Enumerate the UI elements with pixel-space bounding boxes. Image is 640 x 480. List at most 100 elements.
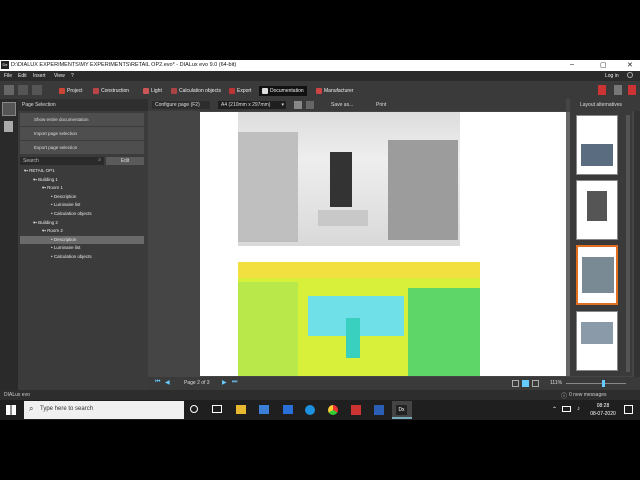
volume-icon[interactable]: ♪	[577, 406, 580, 412]
tab-construction[interactable]: Construction	[90, 86, 132, 96]
zoom-slider[interactable]	[566, 383, 626, 384]
layout-alternatives-header: Layout alternatives	[570, 99, 640, 111]
import-page-selection-button[interactable]: Import page selection	[20, 127, 144, 140]
save-icon[interactable]	[4, 85, 14, 95]
maximize-button[interactable]: ▢	[600, 61, 607, 69]
tree-item[interactable]: • Description	[20, 235, 144, 244]
thumbnail-page-2[interactable]	[576, 180, 618, 240]
paper-size-select[interactable]: A4 (210mm x 297mm) ▾	[218, 101, 286, 109]
export-icon	[229, 88, 235, 94]
thumbnail-page-3-selected[interactable]	[576, 245, 618, 305]
edge-icon[interactable]	[305, 405, 315, 415]
zoom-level: 111%	[550, 380, 563, 386]
tray-chevron-icon[interactable]: ⌃	[552, 406, 557, 413]
menu-help[interactable]: ?	[71, 73, 74, 79]
user-icon[interactable]	[627, 72, 633, 78]
tree-item[interactable]: • Calculation objects	[20, 210, 144, 218]
tree-item-label: Luminaire list	[53, 245, 81, 251]
tab-manufacturer[interactable]: Manufacturer	[313, 86, 356, 96]
status-bar: DIALux evo ⓘ 0 new messages	[0, 390, 640, 400]
toolbar-icon-right-2[interactable]	[614, 85, 622, 95]
chrome-icon[interactable]	[328, 405, 338, 415]
false-color-render-image	[238, 262, 480, 376]
zoom-slider-handle[interactable]	[602, 380, 605, 387]
edit-button[interactable]: Edit	[106, 157, 144, 165]
thumbnail-page-4[interactable]	[576, 311, 618, 371]
search-input[interactable]: Search ⌕	[20, 157, 104, 165]
tree-item[interactable]: • Calculation objects	[20, 253, 144, 261]
two-page-view-icon[interactable]	[532, 380, 539, 387]
tree-item[interactable]: ▾▪ Building 2	[20, 219, 144, 227]
menu-bar: File Edit Insert View ? Log in	[0, 71, 640, 81]
tree-item-label: Room 2	[47, 228, 63, 234]
print-button[interactable]: Print	[373, 101, 399, 109]
tab-export[interactable]: Export	[226, 86, 254, 96]
portrait-icon[interactable]	[294, 101, 302, 109]
previous-page-icon[interactable]: ◀	[165, 379, 170, 386]
cortana-icon[interactable]	[190, 405, 198, 413]
configure-page-button[interactable]: Configure page (F2)	[152, 101, 210, 109]
chevron-down-icon: ▾	[281, 102, 284, 108]
dialux-taskbar-button[interactable]: Dx	[392, 401, 412, 419]
export-page-selection-button[interactable]: Export page selection	[20, 141, 144, 154]
tree-item[interactable]: • Description	[20, 193, 144, 201]
first-page-icon[interactable]: ⏮	[155, 379, 160, 386]
show-entire-documentation-button[interactable]: Show entire documentation	[20, 113, 144, 126]
tree-item[interactable]: ▾▪ Room 1	[20, 184, 144, 192]
mail-icon[interactable]	[283, 405, 293, 414]
landscape-icon[interactable]	[306, 101, 314, 109]
doc-toolbar: Configure page (F2) A4 (210mm x 297mm) ▾ …	[148, 99, 566, 111]
close-button[interactable]: ✕	[627, 61, 633, 69]
dialux-logo-icon: Dx	[1, 61, 9, 69]
right-scrollbar[interactable]	[634, 111, 640, 377]
page-indicator: Page 2 of 3	[184, 380, 210, 386]
room-render-image	[238, 112, 460, 246]
login-link[interactable]: Log in	[605, 73, 619, 79]
messages-count[interactable]: 0 new messages	[569, 392, 607, 398]
tree-item[interactable]: • Luminaire list	[20, 201, 144, 209]
single-page-view-icon[interactable]	[512, 380, 519, 387]
save-as-button[interactable]: Save as...	[328, 101, 362, 109]
tree-item-label: Building 1	[38, 176, 58, 182]
toolbar-icon-right-1[interactable]	[598, 85, 606, 95]
continuous-view-icon[interactable]	[522, 380, 529, 387]
tree-item[interactable]: ▾▪ Room 2	[20, 227, 144, 235]
word-icon[interactable]	[374, 405, 384, 415]
notifications-icon[interactable]	[624, 405, 633, 414]
menu-insert[interactable]: Insert	[33, 73, 46, 79]
toolbar-icon-right-3[interactable]	[628, 85, 636, 95]
page-selection-mode-icon[interactable]	[2, 102, 16, 116]
document-mode-icon[interactable]	[4, 121, 13, 132]
tab-light[interactable]: Light	[140, 86, 165, 96]
document-area: Configure page (F2) A4 (210mm x 297mm) ▾ …	[148, 99, 640, 390]
windows-start-icon[interactable]	[6, 405, 16, 415]
tab-project[interactable]: Project	[56, 86, 86, 96]
taskbar-search-input[interactable]: ⌕ Type here to search	[24, 401, 184, 419]
clock-time[interactable]: 08:28	[590, 403, 616, 409]
battery-icon[interactable]	[562, 406, 571, 412]
tree-item[interactable]: • Luminaire list	[20, 244, 144, 252]
task-view-icon[interactable]	[212, 405, 222, 413]
file-explorer-icon[interactable]	[236, 405, 246, 414]
thumbnail-scrollbar[interactable]	[626, 115, 630, 372]
menu-file[interactable]: File	[4, 73, 12, 79]
menu-edit[interactable]: Edit	[18, 73, 27, 79]
store-icon[interactable]	[259, 405, 269, 414]
last-page-icon[interactable]: ⏭	[232, 379, 237, 386]
tree-item[interactable]: ▾▪ Building 1	[20, 176, 144, 184]
menu-view[interactable]: View	[54, 73, 65, 79]
tab-documentation[interactable]: Documentation	[259, 86, 307, 96]
next-page-icon[interactable]: ▶	[222, 379, 227, 386]
thumbnail-page-1[interactable]	[576, 115, 618, 175]
clock-date[interactable]: 08-07-2020	[585, 411, 621, 417]
redo-icon[interactable]	[32, 85, 42, 95]
page-tree: ▾▪ RETAIL OP1 ▾▪ Building 1 ▾▪ Room 1 • Des…	[18, 167, 148, 277]
undo-icon[interactable]	[18, 85, 28, 95]
minimize-button[interactable]: –	[570, 61, 574, 68]
tree-item-label: Building 2	[38, 219, 58, 225]
calculation-icon	[171, 88, 177, 94]
status-app-name: DIALux evo	[4, 392, 30, 398]
tree-item[interactable]: ▾▪ RETAIL OP1	[20, 167, 144, 175]
tab-calculation-objects[interactable]: Calculation objects	[168, 86, 224, 96]
app-icon-red[interactable]	[351, 405, 361, 415]
